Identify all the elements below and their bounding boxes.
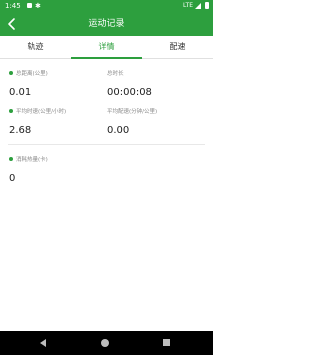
stat-avg-speed: 平均时速(公里/小时) 2.68 bbox=[9, 107, 66, 136]
bullet-dot-icon bbox=[9, 157, 13, 161]
bullet-dot-icon bbox=[9, 109, 13, 113]
battery-icon bbox=[205, 2, 209, 9]
nav-recents-icon[interactable] bbox=[163, 339, 170, 346]
system-nav-bar bbox=[0, 331, 213, 355]
network-type: LTE bbox=[183, 2, 193, 9]
tab-bar: 轨迹 详情 配速 bbox=[0, 36, 213, 59]
stat-label: 总距离(公里) bbox=[16, 71, 48, 77]
stat-value: 0.00 bbox=[107, 125, 130, 136]
nav-home-icon[interactable] bbox=[101, 339, 109, 347]
stat-value: 2.68 bbox=[9, 125, 32, 136]
screen: 1:45 ✱ LTE 运动记录 轨迹 详情 配速 总距离(公里) 0.01 总时… bbox=[0, 0, 213, 355]
app-bar: 运动记录 bbox=[0, 12, 213, 36]
bullet-dot-icon bbox=[9, 71, 13, 75]
stat-value: 0 bbox=[9, 173, 16, 184]
tab-pace[interactable]: 配速 bbox=[142, 36, 213, 58]
tab-details[interactable]: 详情 bbox=[71, 36, 142, 59]
signal-icon bbox=[195, 3, 201, 9]
nav-back-icon[interactable] bbox=[40, 339, 46, 347]
stat-label: 平均配速(分钟/公里) bbox=[107, 109, 158, 115]
settings-icon: ✱ bbox=[35, 2, 41, 10]
stat-label: 平均时速(公里/小时) bbox=[16, 109, 67, 115]
page-title: 运动记录 bbox=[88, 19, 125, 29]
stat-calories: 消耗热量(卡) 0 bbox=[9, 155, 48, 184]
stat-value: 0.01 bbox=[9, 87, 32, 98]
status-bar: 1:45 ✱ LTE bbox=[0, 0, 213, 12]
notification-icon bbox=[27, 3, 32, 8]
tab-track[interactable]: 轨迹 bbox=[0, 36, 71, 58]
stat-avg-pace: 平均配速(分钟/公里) 0.00 bbox=[107, 107, 157, 136]
stat-total-duration: 总时长 00:00:08 bbox=[107, 69, 152, 98]
stat-total-distance: 总距离(公里) 0.01 bbox=[9, 69, 48, 98]
stat-value: 00:00:08 bbox=[107, 87, 152, 98]
stat-label: 总时长 bbox=[107, 71, 124, 77]
status-time: 1:45 bbox=[5, 2, 21, 10]
stat-label: 消耗热量(卡) bbox=[16, 157, 48, 163]
details-panel: 总距离(公里) 0.01 总时长 00:00:08 平均时速(公里/小时) 2.… bbox=[0, 59, 213, 331]
divider bbox=[8, 144, 205, 145]
